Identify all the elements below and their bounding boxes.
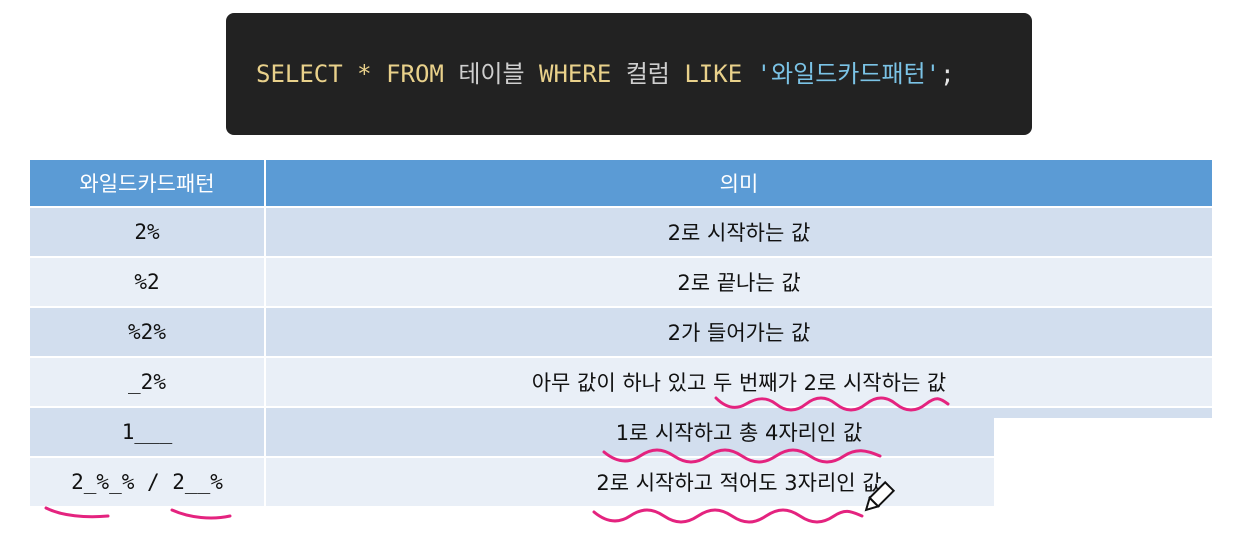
meaning-cell: 2로 끝나는 값 [264,256,1214,308]
sql-statement: SELECT * FROM 테이블 WHERE 컬럼 LIKE '와일드카드패턴… [256,58,955,90]
table-header-row: 와일드카드패턴 의미 [28,158,1214,208]
table-row: %2 2로 끝나는 값 [28,256,1214,308]
underline-pattern-a [44,506,110,519]
pattern-cell: %2 [28,256,266,308]
keyword-like: LIKE [684,60,743,88]
sql-code-block: SELECT * FROM 테이블 WHERE 컬럼 LIKE '와일드카드패턴… [226,13,1032,135]
cropped-area [994,418,1242,548]
keyword-select: SELECT [256,60,343,88]
star-operator: * [357,60,372,88]
table-row: %2% 2가 들어가는 값 [28,306,1214,358]
underline-pattern-b [170,508,232,520]
table-row: _2% 아무 값이 하나 있고 두 번째가 2로 시작하는 값 [28,356,1214,408]
pattern-cell: 2% [28,206,266,258]
header-meaning: 의미 [264,158,1214,208]
meaning-cell: 아무 값이 하나 있고 두 번째가 2로 시작하는 값 [264,356,1214,408]
pattern-cell: 1___ [28,406,266,458]
pattern-cell: _2% [28,356,266,408]
keyword-where: WHERE [539,60,612,88]
pattern-cell: %2% [28,306,266,358]
table-row: 2% 2로 시작하는 값 [28,206,1214,258]
column-placeholder: 컬럼 [625,60,670,88]
pattern-cell: 2_%_% / 2__% [28,456,266,508]
meaning-cell: 2가 들어가는 값 [264,306,1214,358]
semicolon: ; [940,60,955,88]
header-pattern: 와일드카드패턴 [28,158,266,208]
squiggle-underline-row6 [592,508,864,524]
pattern-string: '와일드카드패턴' [756,60,941,88]
table-placeholder: 테이블 [458,60,525,88]
keyword-from: FROM [386,60,444,88]
meaning-cell: 2로 시작하는 값 [264,206,1214,258]
